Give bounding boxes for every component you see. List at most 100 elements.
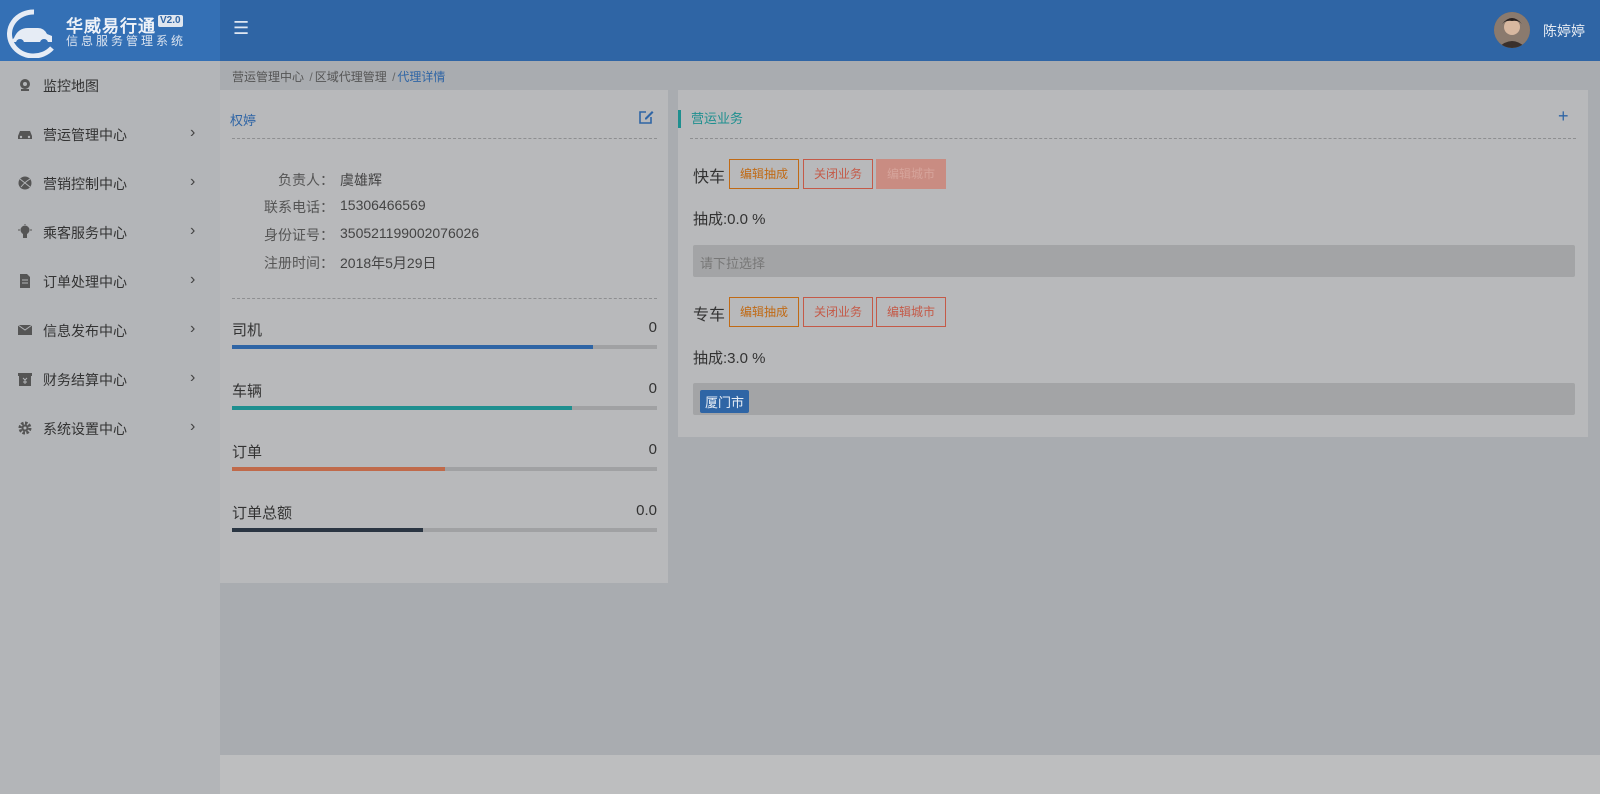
car-logo-icon (7, 9, 54, 58)
agent-detail-panel: 权婷 负责人： 虞雄辉 联系电话： 15306466569 身份证号： 3505… (220, 90, 668, 583)
info-row-id-number: 身份证号： 350521199002076026 (220, 225, 660, 245)
stat-label: 订单总额 (232, 505, 293, 522)
edit-city-button[interactable]: 编辑城市 (876, 297, 947, 327)
stat-drivers: 司机 0 (232, 319, 657, 359)
close-business-button[interactable]: 关闭业务 (803, 159, 874, 189)
city-select[interactable]: 请下拉选择 (693, 245, 1575, 277)
ball-icon (18, 176, 32, 190)
close-business-button[interactable]: 关闭业务 (803, 297, 874, 327)
map-camera-icon (20, 79, 30, 91)
progress-fill (232, 528, 424, 532)
info-value: 2018年5月29日 (340, 255, 437, 271)
sidebar-item-label: 监控地图 (43, 78, 99, 94)
sidebar-item-operations[interactable]: 营运管理中心 › (0, 110, 220, 159)
sidebar-item-label: 订单处理中心 (43, 274, 127, 290)
chevron-right-icon: › (190, 173, 196, 190)
info-row-manager: 负责人： 虞雄辉 (220, 170, 660, 190)
sidebar-item-monitor-map[interactable]: 监控地图 (0, 61, 220, 110)
user-portrait-icon (1494, 12, 1530, 48)
stat-orders: 订单 0 (232, 441, 657, 481)
stat-value: 0 (648, 319, 657, 336)
divider (690, 138, 1576, 139)
edit-icon[interactable] (638, 109, 654, 125)
add-icon[interactable]: + (1558, 106, 1569, 127)
breadcrumb-current: 代理详情 (397, 70, 446, 84)
stat-label: 订单 (232, 444, 263, 461)
info-row-phone: 联系电话： 15306466569 (220, 197, 660, 217)
lightbulb-icon (18, 224, 32, 238)
progress-fill (232, 345, 594, 349)
money-box-icon (18, 373, 32, 386)
sidebar: 监控地图 营运管理中心 › 营销控制中心 › 乘客服务中心 › 订单处理中心 ›… (0, 61, 220, 794)
breadcrumb-item[interactable]: 营运管理中心 (232, 70, 304, 84)
city-tag[interactable]: 厦门市 (700, 390, 750, 413)
info-key: 负责人： (278, 172, 334, 188)
sidebar-item-label: 财务结算中心 (43, 372, 127, 388)
user-name[interactable]: 陈婷婷 (1543, 21, 1585, 41)
version-badge: V2.0 (158, 15, 183, 27)
sidebar-item-label: 信息发布中心 (43, 323, 127, 339)
progress-track (232, 528, 657, 532)
progress-fill (232, 406, 572, 410)
breadcrumb-separator: / (392, 70, 396, 84)
progress-track (232, 467, 657, 471)
stat-label: 车辆 (232, 383, 263, 400)
edit-commission-button[interactable]: 编辑抽成 (729, 297, 800, 327)
stat-label: 司机 (232, 322, 263, 339)
divider (232, 138, 657, 139)
stat-value: 0.0 (636, 502, 657, 519)
stat-value: 0 (648, 380, 657, 397)
commission-rate: 抽成:3.0 % (693, 350, 766, 367)
sidebar-item-order-processing[interactable]: 订单处理中心 › (0, 257, 220, 306)
city-select[interactable]: 厦门市 (693, 383, 1575, 415)
footer (220, 755, 1600, 794)
sidebar-item-finance[interactable]: 财务结算中心 › (0, 355, 220, 404)
chevron-right-icon: › (190, 369, 196, 386)
breadcrumb: 营运管理中心 / 区域代理管理 / 代理详情 (232, 68, 445, 85)
edit-city-button[interactable]: 编辑城市 (876, 159, 947, 189)
breadcrumb-item[interactable]: 区域代理管理 (315, 70, 387, 84)
sidebar-item-label: 营销控制中心 (43, 176, 127, 192)
chevron-right-icon: › (190, 271, 196, 288)
info-value: 虞雄辉 (340, 172, 382, 188)
info-row-register-date: 注册时间： 2018年5月29日 (220, 253, 660, 273)
envelope-icon (17, 324, 33, 335)
sidebar-item-passenger-service[interactable]: 乘客服务中心 › (0, 208, 220, 257)
agent-name: 权婷 (230, 113, 257, 128)
stat-vehicles: 车辆 0 (232, 380, 657, 420)
stat-value: 0 (648, 441, 657, 458)
top-header: 华威易行通 V2.0 信息服务管理系统 ☰ 陈婷婷 (0, 0, 1600, 61)
sidebar-item-info-publish[interactable]: 信息发布中心 › (0, 306, 220, 355)
edit-commission-button[interactable]: 编辑抽成 (729, 159, 800, 189)
chevron-right-icon: › (190, 222, 196, 239)
sidebar-item-marketing[interactable]: 营销控制中心 › (0, 159, 220, 208)
breadcrumb-separator: / (309, 70, 313, 84)
info-value: 15306466569 (340, 197, 426, 213)
select-placeholder: 请下拉选择 (700, 256, 766, 271)
chevron-right-icon: › (190, 320, 196, 337)
progress-fill (232, 467, 445, 471)
service-name-premium: 专车 (693, 307, 726, 324)
app-subtitle: 信息服务管理系统 (66, 34, 187, 48)
chevron-right-icon: › (190, 418, 196, 435)
chevron-right-icon: › (190, 124, 196, 141)
app-logo[interactable]: 华威易行通 V2.0 信息服务管理系统 (0, 0, 220, 61)
main-content: 营运管理中心 / 区域代理管理 / 代理详情 权婷 负责人： 虞雄辉 联系电话： 1… (220, 61, 1600, 794)
avatar[interactable] (1494, 12, 1530, 48)
business-panel: 营运业务 + 快车 编辑抽成 关闭业务 编辑城市 抽成:0.0 % 请下拉选择 … (678, 90, 1588, 437)
progress-track (232, 345, 657, 349)
sidebar-item-label: 营运管理中心 (43, 127, 127, 143)
service-name-express: 快车 (693, 169, 726, 186)
progress-track (232, 406, 657, 410)
car-icon (18, 131, 32, 139)
sidebar-item-label: 系统设置中心 (43, 421, 127, 437)
divider (232, 298, 657, 299)
info-key: 身份证号： (264, 227, 334, 243)
commission-rate: 抽成:0.0 % (693, 211, 766, 228)
business-title: 营运业务 (678, 110, 743, 128)
hamburger-icon[interactable]: ☰ (233, 18, 249, 39)
gear-icon (18, 421, 32, 435)
info-key: 注册时间： (264, 255, 334, 271)
info-value: 350521199002076026 (340, 225, 480, 241)
sidebar-item-system-settings[interactable]: 系统设置中心 › (0, 404, 220, 453)
